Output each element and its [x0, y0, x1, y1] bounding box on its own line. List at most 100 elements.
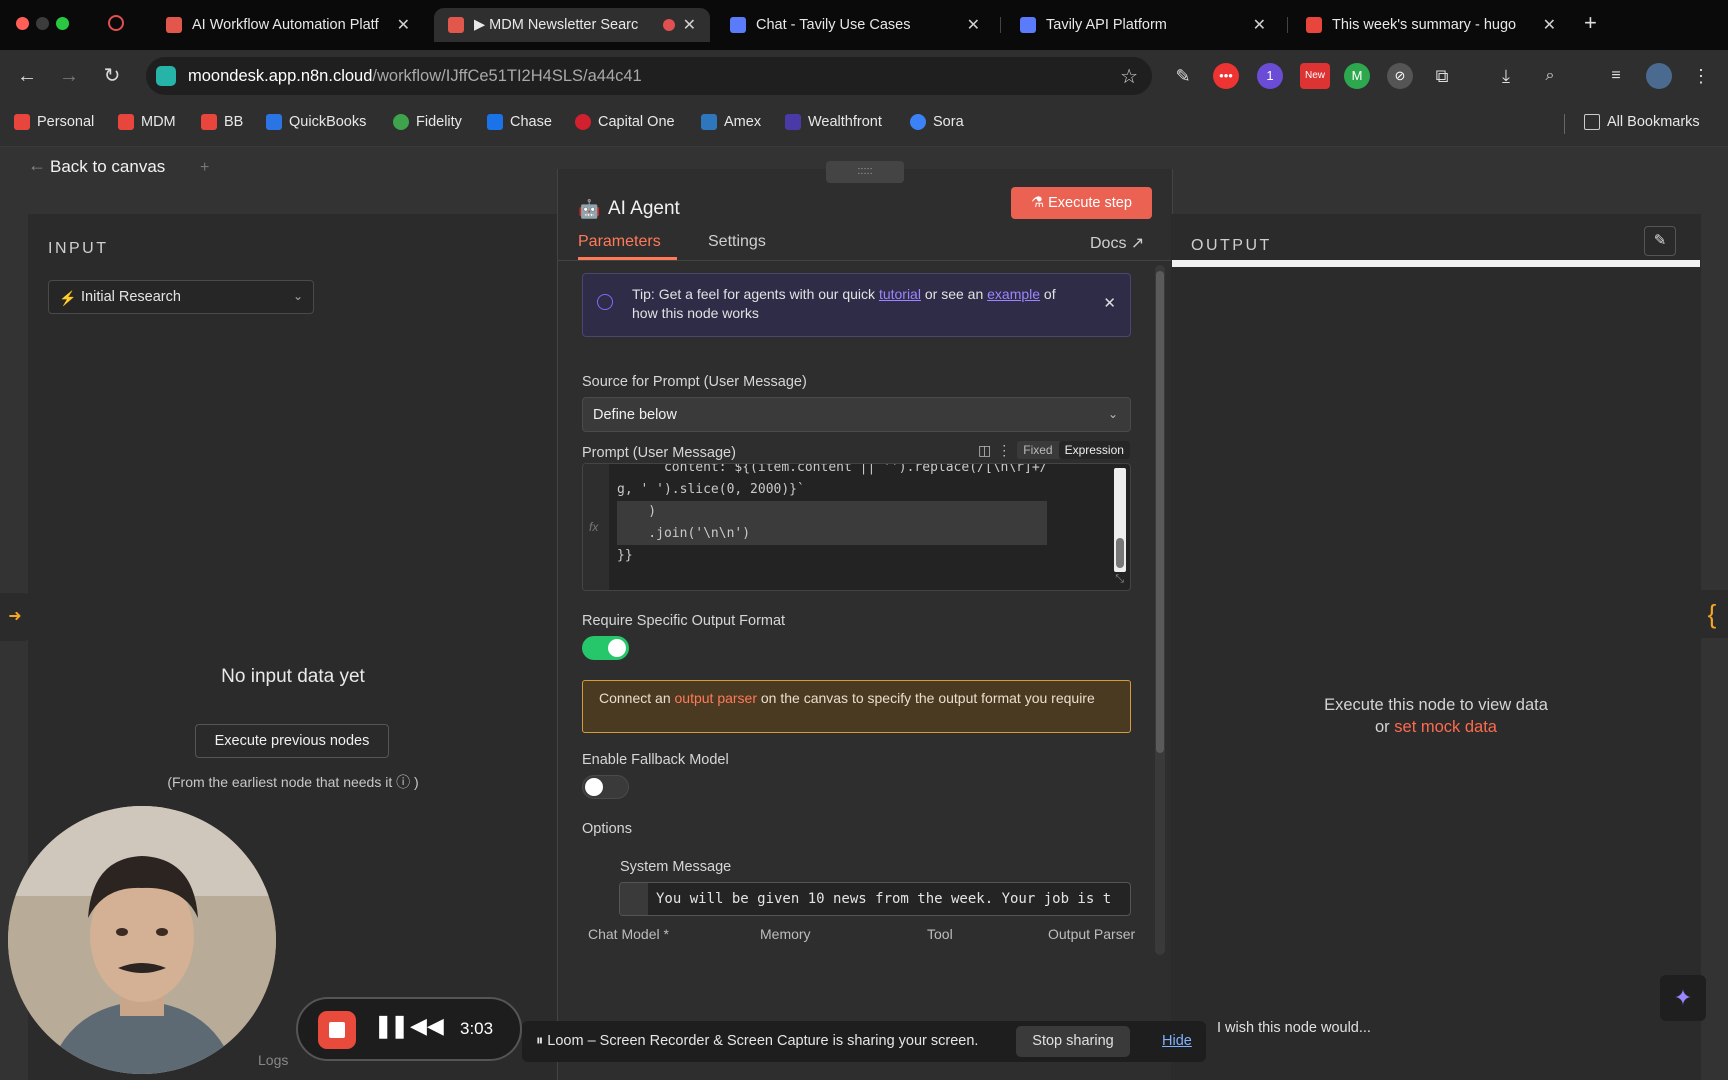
bookmark-chase[interactable]: Chase: [487, 114, 552, 130]
extension-badge-icon[interactable]: 1: [1257, 63, 1283, 89]
bookmark-quickbooks[interactable]: QuickBooks: [266, 114, 366, 130]
ai-assistant-sparkle-icon[interactable]: ✦: [1660, 975, 1706, 1021]
new-tab-button[interactable]: +: [1584, 10, 1597, 36]
parameters-scrollbar[interactable]: [1155, 265, 1165, 955]
extension-badge-count: 1: [1266, 68, 1274, 83]
system-message-input[interactable]: You will be given 10 news from the week.…: [619, 882, 1131, 916]
tab-gmail-summary[interactable]: This week's summary - hugo ✕: [1292, 8, 1570, 42]
output-parser-link[interactable]: output parser: [675, 690, 758, 706]
address-bar[interactable]: moondesk.app.n8n.cloud/workflow/IJffCe51…: [146, 57, 1152, 95]
code-braces-icon[interactable]: {: [1696, 590, 1728, 638]
chat-model-connector[interactable]: Chat Model *: [588, 926, 669, 942]
mode-toggle[interactable]: Fixed Expression: [1017, 441, 1130, 459]
site-info-icon[interactable]: [156, 66, 176, 86]
source-prompt-select[interactable]: Define below ⌄: [582, 397, 1131, 432]
node-title[interactable]: AI Agent: [608, 198, 680, 220]
bookmark-label: Capital One: [598, 114, 675, 130]
reload-icon[interactable]: ↻: [99, 63, 125, 89]
close-tab-icon[interactable]: ✕: [1543, 15, 1556, 35]
webcam-bubble[interactable]: [8, 806, 276, 1074]
back-arrow-icon[interactable]: ←: [28, 155, 46, 176]
new-extension-icon[interactable]: New: [1300, 63, 1330, 89]
input-collapse-arrow-icon[interactable]: ➜: [0, 593, 30, 641]
tutorial-link[interactable]: tutorial: [879, 286, 921, 302]
execute-previous-nodes-button[interactable]: Execute previous nodes: [195, 724, 389, 758]
tip-prefix: Tip: Get a feel for agents with our quic…: [632, 286, 879, 302]
more-options-icon[interactable]: ⋮: [997, 442, 1011, 459]
tab-mdm-newsletter[interactable]: ▶ MDM Newsletter Searc ✕: [434, 8, 710, 42]
pause-icon[interactable]: ❚❚: [374, 1013, 409, 1039]
minimize-window-button[interactable]: [36, 17, 49, 30]
search-tab-icon[interactable]: ⌕: [1537, 63, 1563, 89]
blocked-extension-icon[interactable]: ⊘: [1387, 63, 1413, 89]
fx-icon: fx: [589, 520, 599, 534]
m-extension-icon[interactable]: M: [1344, 63, 1370, 89]
hide-sharing-bar-link[interactable]: Hide: [1162, 1033, 1192, 1049]
resize-icon[interactable]: ⤡: [1115, 573, 1124, 586]
extensions-puzzle-icon[interactable]: ⧉: [1429, 63, 1455, 89]
all-bookmarks-button[interactable]: All Bookmarks: [1584, 114, 1700, 130]
expand-panel-icon[interactable]: ◫: [978, 442, 991, 459]
close-tab-icon[interactable]: ✕: [967, 15, 980, 35]
bookmark-mdm[interactable]: MDM: [118, 114, 176, 130]
code-content[interactable]: content: ${(item.content || '').replace(…: [617, 464, 1048, 567]
bookmark-amex[interactable]: Amex: [701, 114, 761, 130]
zoom-window-button[interactable]: [56, 17, 69, 30]
stop-sharing-button[interactable]: Stop sharing: [1016, 1026, 1130, 1057]
close-tip-icon[interactable]: ✕: [1103, 294, 1116, 312]
tab-chat-tavily[interactable]: Chat - Tavily Use Cases ✕: [716, 8, 994, 42]
close-tab-icon[interactable]: ✕: [1253, 15, 1266, 35]
tab-tavily-api[interactable]: Tavily API Platform ✕: [1006, 8, 1280, 42]
options-label: Options: [582, 821, 632, 837]
close-tab-icon[interactable]: ✕: [683, 15, 696, 35]
dots-extension-icon[interactable]: •••: [1213, 63, 1239, 89]
docs-link[interactable]: Docs ↗: [1090, 233, 1144, 253]
bookmark-personal[interactable]: Personal: [14, 114, 94, 130]
example-link[interactable]: example: [987, 286, 1040, 302]
mode-expression[interactable]: Expression: [1058, 441, 1130, 459]
set-mock-data-link[interactable]: set mock data: [1394, 718, 1497, 736]
prompt-expression-editor[interactable]: fx content: ${(item.content || '').repla…: [582, 463, 1131, 591]
mode-fixed[interactable]: Fixed: [1017, 441, 1058, 459]
bookmark-fidelity[interactable]: Fidelity: [393, 114, 462, 130]
fallback-toggle[interactable]: [582, 775, 629, 799]
output-parser-connector[interactable]: Output Parser: [1048, 926, 1135, 942]
feedback-prompt[interactable]: I wish this node would...: [1217, 1020, 1371, 1036]
media-controls-icon[interactable]: ≡: [1603, 63, 1629, 89]
execute-step-button[interactable]: ⚗ Execute step: [1011, 187, 1152, 219]
scrollbar-thumb[interactable]: [1156, 271, 1164, 753]
bookmark-star-icon[interactable]: ☆: [1120, 64, 1138, 89]
stop-recording-button[interactable]: [318, 1011, 356, 1049]
bookmark-sora[interactable]: Sora: [910, 114, 964, 130]
back-icon[interactable]: ←: [14, 63, 40, 89]
input-node-select[interactable]: ⚡ Initial Research ⌄: [48, 280, 314, 314]
browser-menu-icon[interactable]: ⋮: [1688, 63, 1714, 89]
external-link-icon: ↗: [1130, 235, 1145, 252]
drag-handle[interactable]: :::::: [826, 161, 904, 183]
add-icon[interactable]: +: [200, 159, 209, 177]
tab-parameters[interactable]: Parameters: [578, 233, 661, 251]
require-format-toggle[interactable]: [582, 636, 629, 660]
back-to-canvas-link[interactable]: Back to canvas: [50, 157, 165, 177]
quickbooks-icon: [266, 114, 282, 130]
record-tab-icon[interactable]: [108, 15, 124, 31]
close-window-button[interactable]: [16, 17, 29, 30]
edit-output-button[interactable]: ✎: [1644, 226, 1676, 256]
forward-icon[interactable]: →: [56, 63, 82, 89]
eyedropper-extension-icon[interactable]: ✎: [1170, 63, 1196, 89]
rewind-icon[interactable]: ◀◀: [410, 1013, 444, 1039]
profile-avatar[interactable]: [1646, 63, 1672, 89]
bookmark-capital-one[interactable]: Capital One: [575, 114, 675, 130]
download-icon[interactable]: ⤓: [1493, 63, 1519, 89]
close-tab-icon[interactable]: ✕: [397, 15, 410, 35]
editor-scrollbar[interactable]: [1114, 468, 1126, 572]
bookmark-wealthfront[interactable]: Wealthfront: [785, 114, 882, 130]
tab-ai-workflow[interactable]: AI Workflow Automation Platf ✕: [152, 8, 424, 42]
node-details-view: ::::: 🤖 AI Agent ⚗ Execute step Paramete…: [557, 161, 1173, 1080]
source-value: Define below: [593, 407, 677, 423]
tool-connector[interactable]: Tool: [927, 926, 953, 942]
logs-toggle[interactable]: Logs: [258, 1052, 288, 1068]
tab-settings[interactable]: Settings: [708, 233, 766, 251]
memory-connector[interactable]: Memory: [760, 926, 811, 942]
bookmark-bb[interactable]: BB: [201, 114, 243, 130]
